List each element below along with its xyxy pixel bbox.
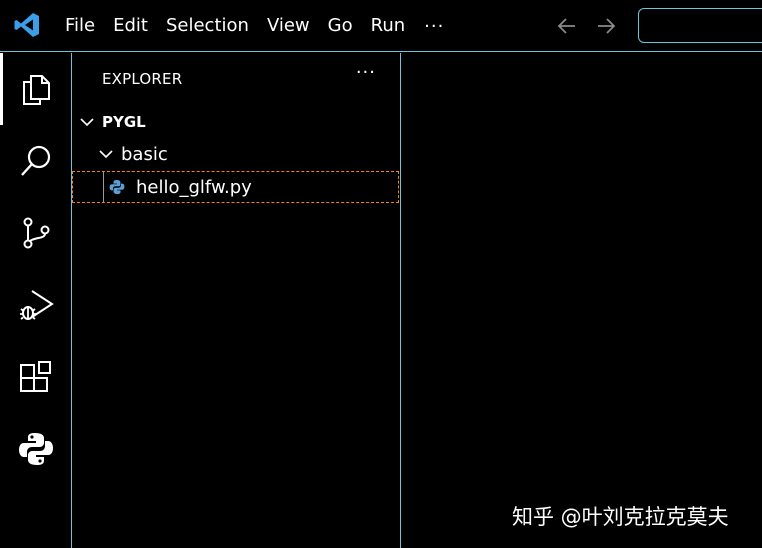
- search-icon: [21, 145, 51, 176]
- sidebar-more-button[interactable]: ···: [356, 62, 376, 83]
- sidebar-title: EXPLORER: [102, 70, 183, 88]
- menu-edit[interactable]: Edit: [104, 0, 157, 52]
- tree-folder-label: basic: [121, 143, 168, 165]
- activity-explorer[interactable]: [0, 53, 72, 125]
- source-control-icon: [23, 217, 50, 249]
- run-debug-icon: [20, 290, 54, 320]
- chevron-down-icon: [80, 118, 94, 127]
- indent-guide: [103, 172, 104, 202]
- activity-source-control[interactable]: [0, 197, 72, 269]
- arrow-right-icon[interactable]: [594, 14, 618, 38]
- command-center-search[interactable]: [638, 8, 762, 43]
- menu-go[interactable]: Go: [319, 0, 362, 52]
- tree-folder-root[interactable]: PYGL: [72, 106, 399, 138]
- menu-file[interactable]: File: [56, 0, 104, 52]
- menu-more-button[interactable]: ···: [414, 16, 454, 37]
- watermark-text: 知乎 @叶刘克拉克莫夫: [512, 505, 729, 529]
- python-file-icon: [109, 180, 125, 194]
- activity-extensions[interactable]: [0, 341, 72, 413]
- tree-file-label: hello_glfw.py: [136, 176, 252, 198]
- activity-search[interactable]: [0, 125, 72, 197]
- arrow-left-icon[interactable]: [555, 14, 579, 38]
- vscode-logo-icon: [14, 13, 39, 37]
- tree-root-label: PYGL: [102, 113, 146, 131]
- explorer-sidebar: EXPLORER ··· PYGL basic hello_glfw.py: [72, 53, 401, 548]
- tree-folder-basic[interactable]: basic: [72, 138, 399, 170]
- extensions-icon: [20, 361, 51, 392]
- tree-file-item[interactable]: hello_glfw.py: [72, 171, 399, 203]
- menu-selection[interactable]: Selection: [157, 0, 258, 52]
- activity-run-debug[interactable]: [0, 269, 72, 341]
- menu-view[interactable]: View: [258, 0, 319, 52]
- editor-area: [402, 53, 762, 548]
- chevron-down-icon: [99, 150, 113, 159]
- explorer-icon: [23, 75, 50, 105]
- menu-run[interactable]: Run: [362, 0, 415, 52]
- python-icon: [19, 433, 53, 465]
- activity-python[interactable]: [0, 413, 72, 485]
- activity-bar: [0, 53, 72, 548]
- menu-bar: File Edit Selection View Go Run ···: [56, 0, 454, 52]
- title-bar: File Edit Selection View Go Run ···: [0, 0, 762, 52]
